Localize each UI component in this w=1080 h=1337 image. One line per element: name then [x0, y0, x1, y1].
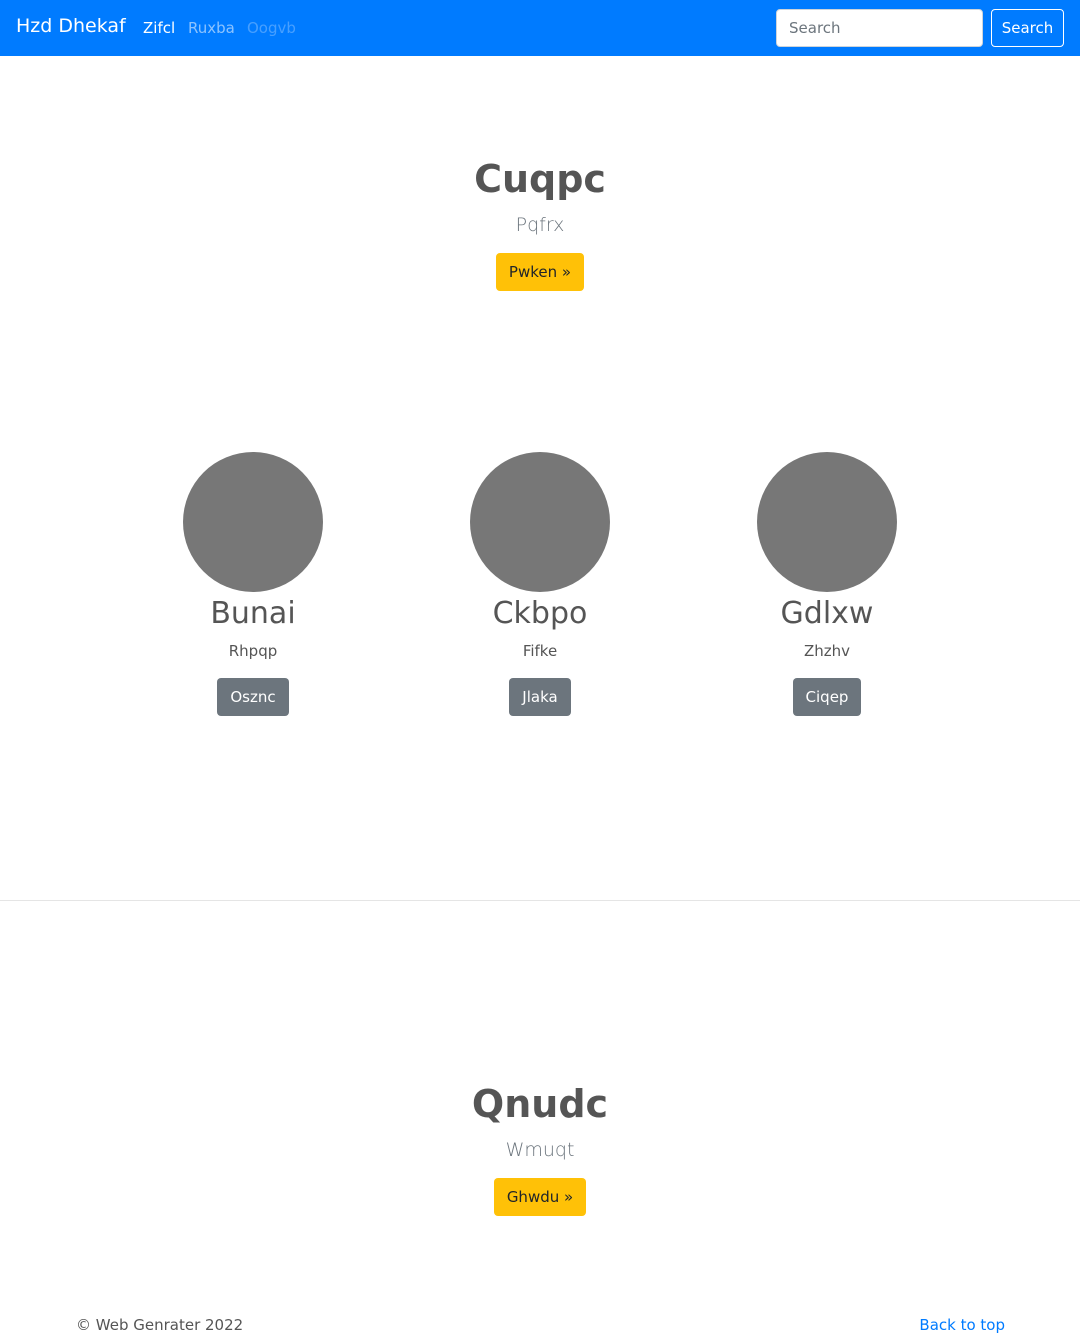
column-button[interactable]: Ciqep: [792, 678, 862, 716]
brand-link[interactable]: Hzd Dhekaf: [16, 15, 126, 37]
feature-column-1: Bunai Rhpqp Osznc: [103, 452, 403, 716]
column-title: Bunai: [210, 596, 296, 631]
section-divider: [0, 900, 1080, 901]
hero-subtitle: Pqfrx: [515, 214, 565, 236]
column-title: Gdlxw: [780, 596, 874, 631]
column-button[interactable]: Jlaka: [509, 678, 571, 716]
placeholder-image: [757, 452, 897, 592]
feature-column-2: Ckbpo Fifke Jlaka: [390, 452, 690, 716]
feature-column-3: Gdlxw Zhzhv Ciqep: [677, 452, 977, 716]
column-subtitle: Fifke: [522, 642, 558, 660]
nav-link-zifcl[interactable]: Zifcl: [143, 19, 175, 37]
search-button[interactable]: Search: [991, 9, 1064, 47]
hero-section-2: Qnudc Wmuqt Ghwdu »: [0, 1085, 1080, 1216]
back-to-top-link[interactable]: Back to top: [919, 1316, 1005, 1334]
hero-subtitle: Wmuqt: [505, 1139, 575, 1161]
nav-link-ruxba[interactable]: Ruxba: [188, 19, 235, 37]
search-input[interactable]: [776, 9, 983, 47]
footer-copyright: © Web Genrater 2022: [76, 1316, 244, 1334]
column-title: Ckbpo: [492, 596, 588, 631]
column-button[interactable]: Osznc: [217, 678, 289, 716]
hero-section-1: Cuqpc Pqfrx Pwken »: [0, 160, 1080, 291]
placeholder-image: [183, 452, 323, 592]
hero-title: Cuqpc: [474, 157, 606, 201]
placeholder-image: [470, 452, 610, 592]
hero-cta-button[interactable]: Ghwdu »: [493, 1178, 587, 1216]
nav-link-oogvb: Oogvb: [247, 19, 296, 37]
hero-title: Qnudc: [471, 1082, 609, 1126]
top-navbar: Hzd Dhekaf Zifcl Ruxba Oogvb Search: [0, 0, 1080, 56]
hero-cta-button[interactable]: Pwken »: [495, 253, 585, 291]
column-subtitle: Rhpqp: [228, 642, 278, 660]
column-subtitle: Zhzhv: [803, 642, 851, 660]
